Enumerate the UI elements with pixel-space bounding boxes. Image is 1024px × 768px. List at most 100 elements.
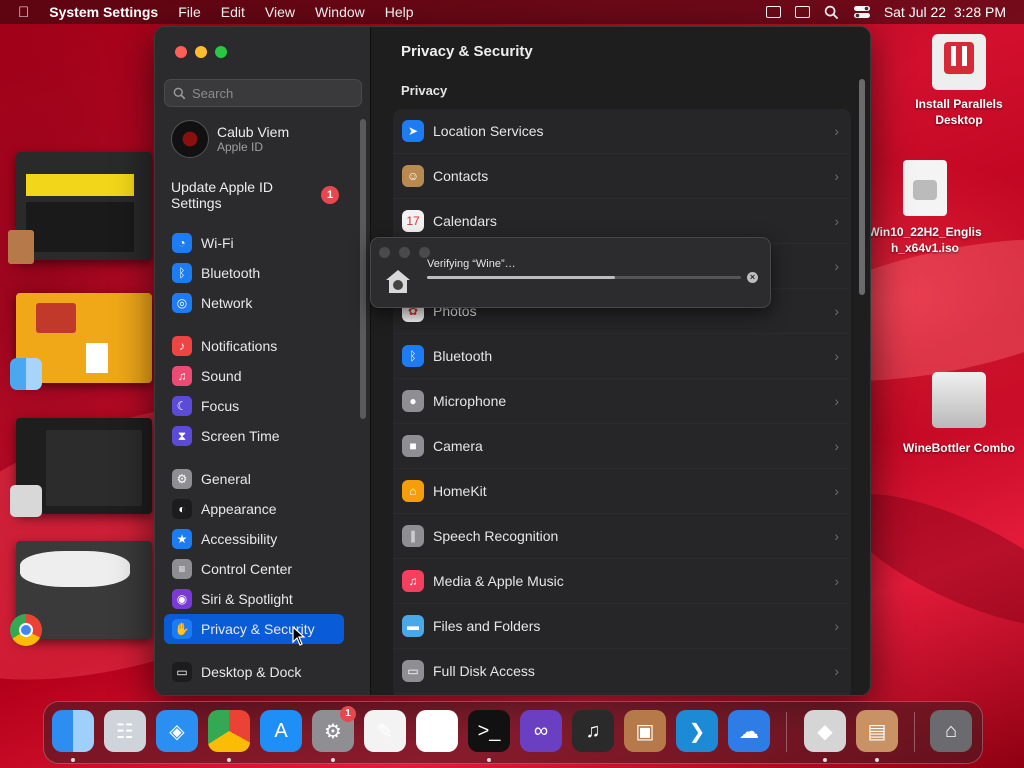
- desktop-icon-winebottler[interactable]: WineBottler Combo: [900, 372, 1018, 456]
- privacy-row-contacts[interactable]: ☺ Contacts ›: [393, 154, 849, 199]
- dialog-zoom-button[interactable]: [419, 247, 430, 258]
- app-menu[interactable]: System Settings: [39, 4, 168, 20]
- privacy-row-camera[interactable]: ■ Camera ›: [393, 424, 849, 469]
- menubar-clock[interactable]: Sat Jul 22 3:28 PM: [884, 4, 1006, 20]
- chrome-stage-icon: [10, 614, 42, 646]
- sidebar-item-privacy-security[interactable]: ✋ Privacy & Security: [164, 614, 344, 644]
- settings-dock-badge: 1: [340, 706, 356, 722]
- trash-icon[interactable]: ⌂: [930, 710, 972, 752]
- sidebar-item-label: Focus: [201, 398, 240, 414]
- archive-utility-icon[interactable]: ▤: [856, 710, 898, 752]
- menu-file[interactable]: File: [168, 4, 211, 20]
- launchpad-icon[interactable]: ☷: [104, 710, 146, 752]
- minimize-button[interactable]: [195, 46, 207, 58]
- garageband-icon[interactable]: ♫: [572, 710, 614, 752]
- privacy-row-bluetooth[interactable]: ᛒ Bluetooth ›: [393, 334, 849, 379]
- sidebar-item-notifications[interactable]: ♪ Notifications: [164, 331, 344, 361]
- sidebar-item-siri-spotlight[interactable]: ◉ Siri & Spotlight: [164, 584, 344, 614]
- sidebar-scrollbar[interactable]: [360, 119, 366, 419]
- sidebar-item-label: Screen Time: [201, 428, 280, 444]
- privacy-row-microphone[interactable]: ● Microphone ›: [393, 379, 849, 424]
- chevron-right-icon: ›: [834, 303, 839, 319]
- gear-icon: ⚙: [172, 469, 192, 489]
- desktop-icon-parallels[interactable]: Install Parallels Desktop: [900, 34, 1018, 128]
- vscode-icon[interactable]: ❯: [676, 710, 718, 752]
- dialog-close-button[interactable]: [379, 247, 390, 258]
- zoom-button[interactable]: [215, 46, 227, 58]
- content-scrollbar[interactable]: [859, 79, 865, 295]
- chrome-icon[interactable]: [208, 710, 250, 752]
- menu-edit[interactable]: Edit: [211, 4, 255, 20]
- close-button[interactable]: [175, 46, 187, 58]
- apple-id-account[interactable]: Calub Viem Apple ID: [171, 119, 361, 159]
- google-maps-icon[interactable]: ▼: [416, 710, 458, 752]
- search-field[interactable]: Search: [164, 79, 362, 107]
- sidebar: Search Calub Viem Apple ID Update Apple …: [155, 27, 370, 695]
- sidebar-item-label: Control Center: [201, 561, 293, 577]
- privacy-list: ➤ Location Services › ☺ Contacts › 17 Calendars…: [393, 109, 851, 695]
- update-apple-id-settings[interactable]: Update Apple ID Settings 1: [171, 179, 361, 213]
- chevron-right-icon: ›: [834, 213, 839, 229]
- screen-mirroring-icon[interactable]: [794, 6, 810, 18]
- wine-icon[interactable]: ▣: [624, 710, 666, 752]
- section-heading: Privacy: [401, 83, 448, 98]
- chevron-right-icon: ›: [834, 258, 839, 274]
- safari-icon[interactable]: ◈: [156, 710, 198, 752]
- chevron-right-icon: ›: [834, 573, 839, 589]
- home-icon: ⌂: [402, 480, 424, 502]
- search-icon: [173, 87, 186, 100]
- app-store-icon[interactable]: A: [260, 710, 302, 752]
- sidebar-item-control-center[interactable]: ≡ Control Center: [164, 554, 344, 584]
- control-center-icon[interactable]: [853, 5, 870, 19]
- sidebar-item-wi-fi[interactable]: ◔ Wi-Fi: [164, 228, 344, 258]
- privacy-row-location-services[interactable]: ➤ Location Services ›: [393, 109, 849, 154]
- chevron-right-icon: ›: [834, 393, 839, 409]
- cancel-verify-button[interactable]: ×: [747, 272, 758, 283]
- stage-manager-thumb[interactable]: [16, 152, 152, 260]
- account-subtitle: Apple ID: [217, 140, 264, 154]
- privacy-row-speech-recognition[interactable]: ∥ Speech Recognition ›: [393, 514, 849, 559]
- music-icon: ♫: [402, 570, 424, 592]
- sidebar-item-label: Sound: [201, 368, 242, 384]
- sidebar-item-desktop-dock[interactable]: ▭ Desktop & Dock: [164, 657, 344, 687]
- running-indicator: [823, 758, 827, 762]
- winebottler-icon[interactable]: ◆: [804, 710, 846, 752]
- sidebar-item-network[interactable]: ◎ Network: [164, 288, 344, 318]
- sidebar-item-accessibility[interactable]: ★ Accessibility: [164, 524, 344, 554]
- sidebar-item-sound[interactable]: ♫ Sound: [164, 361, 344, 391]
- weather-icon[interactable]: ☁: [728, 710, 770, 752]
- terminal-icon[interactable]: >_: [468, 710, 510, 752]
- sidebar-item-bluetooth[interactable]: ᛒ Bluetooth: [164, 258, 344, 288]
- textedit-icon[interactable]: ✎: [364, 710, 406, 752]
- dialog-minimize-button[interactable]: [399, 247, 410, 258]
- chevron-right-icon: ›: [834, 483, 839, 499]
- sidebar-item-general[interactable]: ⚙ General: [164, 464, 344, 494]
- menu-view[interactable]: View: [255, 4, 305, 20]
- sidebar-item-screen-time[interactable]: ⧗ Screen Time: [164, 421, 344, 451]
- menu-help[interactable]: Help: [375, 4, 424, 20]
- microphone-icon: ●: [402, 390, 424, 412]
- privacy-row-label: Calendars: [433, 213, 497, 229]
- sidebar-item-label: Network: [201, 295, 253, 311]
- privacy-row-label: Bluetooth: [433, 348, 493, 364]
- wine-app-icon: [383, 266, 413, 296]
- finder-icon[interactable]: [52, 710, 94, 752]
- account-name: Calub Viem: [217, 124, 290, 140]
- menu-window[interactable]: Window: [305, 4, 375, 20]
- finder-stage-icon: [10, 358, 42, 390]
- search-input[interactable]: Search: [192, 86, 233, 101]
- privacy-row-media-apple-music[interactable]: ♫ Media & Apple Music ›: [393, 559, 849, 604]
- desktop-icon-iso[interactable]: Win10_22H2_English_x64v1.iso: [866, 160, 984, 256]
- sidebar-item-focus[interactable]: ☾ Focus: [164, 391, 344, 421]
- privacy-row-homekit[interactable]: ⌂ HomeKit ›: [393, 469, 849, 514]
- visual-studio-icon[interactable]: ∞: [520, 710, 562, 752]
- privacy-row-files-and-folders[interactable]: ▬ Files and Folders ›: [393, 604, 849, 649]
- sidebar-item-appearance[interactable]: ◐ Appearance: [164, 494, 344, 524]
- apple-menu-icon[interactable]: : [0, 4, 39, 21]
- privacy-row-full-disk-access[interactable]: ▭ Full Disk Access ›: [393, 649, 849, 694]
- spotlight-search-icon[interactable]: [824, 5, 840, 20]
- calendar-icon: 17: [402, 210, 424, 232]
- content-pane: Privacy & Security Privacy ➤ Location Ser…: [370, 27, 870, 695]
- stage-manager-icon[interactable]: [765, 6, 781, 18]
- privacy-row-label: Speech Recognition: [433, 528, 559, 544]
